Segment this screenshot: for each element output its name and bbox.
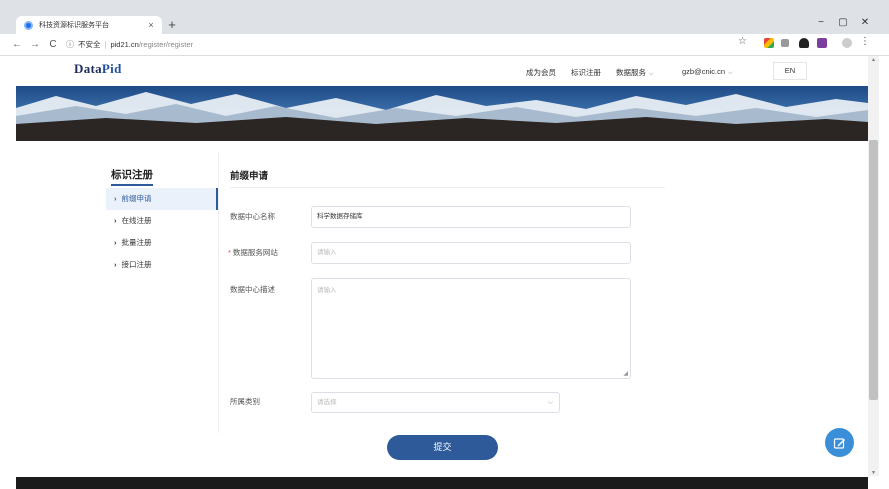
feedback-button[interactable]: [825, 428, 854, 457]
center-name-label: 数据中心名称: [230, 212, 275, 221]
chevron-right-icon: ›: [114, 260, 117, 269]
nav-data-service-label: 数据服务: [616, 68, 646, 77]
sidebar-item-label: 批量注册: [121, 238, 152, 247]
category-label: 所属类别: [230, 397, 260, 406]
page-footer: [16, 477, 868, 489]
logo-text-data: Data: [74, 61, 102, 76]
mountain-banner: [16, 86, 868, 141]
form-title-divider: [230, 187, 665, 188]
category-select[interactable]: 请选择 ⌵: [311, 392, 560, 413]
profile-avatar-icon[interactable]: [842, 38, 852, 48]
site-header: DataPid 成为会员 标识注册 数据服务 ⌵ gzb@cnic.cn ⌵ EN: [0, 56, 868, 86]
browser-tab[interactable]: 科技资源标识服务平台 ×: [16, 16, 162, 34]
scroll-up-icon[interactable]: ▲: [868, 57, 879, 63]
url-separator: |: [104, 40, 107, 49]
extension-icon[interactable]: [764, 38, 774, 48]
center-name-input[interactable]: 科学数据存储库: [311, 206, 631, 228]
site-favicon-icon: [24, 20, 33, 30]
submit-button[interactable]: 提交: [387, 435, 498, 460]
minimize-button[interactable]: −: [812, 16, 830, 30]
sidebar-item-online-register[interactable]: › 在线注册: [106, 210, 218, 232]
tab-title: 科技资源标识服务平台: [39, 22, 109, 29]
site-logo[interactable]: DataPid: [74, 61, 122, 77]
browser-tab-bar: 科技资源标识服务平台 × + − ▢ ✕: [0, 0, 889, 34]
sidebar-divider: [218, 153, 219, 433]
nav-register[interactable]: 标识注册: [571, 67, 601, 78]
service-site-label-text: 数据服务网站: [232, 248, 278, 257]
extension-icon[interactable]: [799, 38, 809, 48]
sidebar-title-underline: [111, 184, 153, 186]
description-textarea[interactable]: 请输入 ◢: [311, 278, 631, 379]
form-title: 前缀申请: [230, 171, 269, 182]
tab-close-icon[interactable]: ×: [146, 20, 156, 30]
language-toggle[interactable]: EN: [773, 62, 807, 80]
category-placeholder: 请选择: [317, 399, 337, 406]
maximize-button[interactable]: ▢: [834, 16, 852, 30]
extension-icon[interactable]: [817, 38, 827, 48]
chevron-right-icon: ›: [114, 194, 117, 203]
url-path: /register/register: [138, 40, 193, 49]
url-host: pid21.cn: [110, 40, 139, 49]
nav-user-menu[interactable]: gzb@cnic.cn ⌵: [682, 67, 733, 77]
sidebar-item-label: 前缀申请: [121, 194, 152, 203]
reload-button[interactable]: C: [44, 39, 62, 50]
sidebar-title: 标识注册: [111, 169, 153, 181]
description-placeholder: 请输入: [317, 287, 337, 294]
security-label: 不安全: [78, 40, 101, 49]
browser-menu-icon[interactable]: ⋮: [860, 36, 870, 47]
extension-icon[interactable]: [781, 39, 789, 47]
back-button[interactable]: ←: [8, 39, 26, 50]
mountain-banner-image: [16, 92, 868, 141]
forward-button[interactable]: →: [26, 39, 44, 50]
service-site-label: * 数据服务网站: [228, 247, 278, 258]
sidebar-item-prefix-apply[interactable]: › 前缀申请: [106, 188, 218, 210]
chevron-down-icon: ⌵: [649, 71, 654, 77]
bookmark-star-icon[interactable]: ☆: [738, 36, 747, 47]
required-marker: *: [228, 248, 231, 257]
new-tab-button[interactable]: +: [164, 16, 180, 34]
edit-icon: [833, 438, 845, 449]
logo-text-pid: Pid: [101, 61, 122, 76]
chevron-right-icon: ›: [114, 238, 117, 247]
address-bar: ← → C ⓘ 不安全 | pid21.cn /register/registe…: [0, 34, 889, 56]
description-label: 数据中心描述: [230, 285, 275, 294]
sidebar-item-api-register[interactable]: › 接口注册: [106, 254, 218, 276]
chevron-down-icon: ⌵: [547, 399, 553, 406]
scrollbar-thumb[interactable]: [869, 140, 878, 400]
resize-handle-icon[interactable]: ◢: [623, 370, 628, 377]
nav-member[interactable]: 成为会员: [526, 67, 556, 78]
sidebar-item-batch-register[interactable]: › 批量注册: [106, 232, 218, 254]
service-site-input[interactable]: 请输入: [311, 242, 631, 264]
sidebar-item-label: 接口注册: [121, 260, 152, 269]
chevron-right-icon: ›: [114, 216, 117, 225]
chevron-down-icon: ⌵: [728, 70, 733, 76]
info-icon: ⓘ: [66, 40, 74, 49]
url-field[interactable]: ⓘ 不安全 | pid21.cn /register/register: [66, 37, 193, 53]
close-window-button[interactable]: ✕: [856, 16, 874, 30]
sidebar-item-label: 在线注册: [121, 216, 152, 225]
nav-data-service[interactable]: 数据服务 ⌵: [616, 67, 654, 78]
nav-user-label: gzb@cnic.cn: [682, 67, 726, 76]
scroll-down-icon[interactable]: ▼: [868, 470, 879, 476]
